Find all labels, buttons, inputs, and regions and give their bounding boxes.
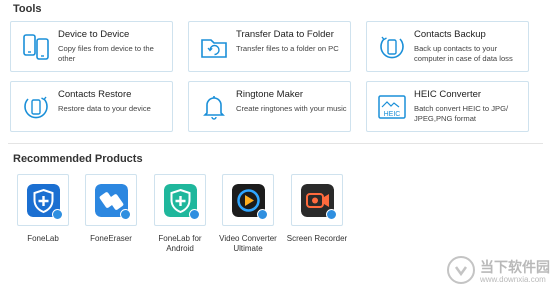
tool-name: HEIC Converter bbox=[414, 89, 482, 100]
tool-name: Device to Device bbox=[58, 29, 130, 40]
tools-section-title: Tools bbox=[13, 3, 42, 15]
download-badge-icon bbox=[257, 209, 268, 220]
tool-card-heic-converter[interactable]: HEIC HEIC Converter Batch convert HEIC t… bbox=[366, 81, 529, 132]
download-badge-icon bbox=[120, 209, 131, 220]
tool-description: Batch convert HEIC to JPG/ JPEG,PNG form… bbox=[414, 104, 509, 123]
product-video-converter[interactable]: Video Converter Ultimate bbox=[215, 174, 281, 254]
phones-icon bbox=[23, 34, 49, 60]
product-icon-box[interactable] bbox=[154, 174, 206, 226]
tool-name: Contacts Restore bbox=[58, 89, 132, 100]
watermark-url: www.downxia.com bbox=[480, 275, 546, 284]
bell-icon bbox=[203, 96, 225, 120]
folder-sync-icon bbox=[201, 39, 227, 58]
svg-text:HEIC: HEIC bbox=[384, 111, 401, 118]
product-label: Video Converter Ultimate bbox=[219, 234, 277, 253]
tool-card-transfer-to-folder[interactable]: Transfer Data to Folder Transfer files t… bbox=[188, 21, 351, 72]
tool-description: Restore data to your device bbox=[58, 104, 151, 113]
product-icon-box[interactable] bbox=[85, 174, 137, 226]
product-fonelab-android[interactable]: FoneLab for Android bbox=[147, 174, 213, 254]
watermark-logo-icon bbox=[447, 256, 475, 284]
tool-name: Ringtone Maker bbox=[236, 89, 304, 100]
tool-description: Create ringtones with your music bbox=[236, 104, 347, 113]
product-label: FoneLab bbox=[27, 234, 59, 243]
product-label: Screen Recorder bbox=[286, 234, 348, 243]
product-icon-box[interactable] bbox=[17, 174, 69, 226]
tool-card-contacts-restore[interactable]: Contacts Restore Restore data to your de… bbox=[10, 81, 173, 132]
tool-name: Transfer Data to Folder bbox=[236, 29, 334, 40]
watermark: 当下软件园 www.downxia.com bbox=[440, 253, 550, 287]
product-fonelab[interactable]: FoneLab bbox=[10, 174, 76, 244]
tool-card-contacts-backup[interactable]: Contacts Backup Back up contacts to your… bbox=[366, 21, 529, 72]
tool-card-device-to-device[interactable]: Device to Device Copy files from device … bbox=[10, 21, 173, 72]
tool-name: Contacts Backup bbox=[414, 29, 486, 40]
tool-description: Copy files from device to the other bbox=[58, 44, 154, 63]
tool-description: Transfer files to a folder on PC bbox=[236, 44, 339, 53]
contacts-restore-icon bbox=[24, 96, 48, 119]
product-screen-recorder[interactable]: Screen Recorder bbox=[284, 174, 350, 244]
download-badge-icon bbox=[52, 209, 63, 220]
product-label: FoneEraser bbox=[90, 234, 132, 243]
download-badge-icon bbox=[326, 209, 337, 220]
product-icon-box[interactable] bbox=[222, 174, 274, 226]
watermark-text: 当下软件园 bbox=[480, 259, 550, 275]
heic-icon: HEIC bbox=[378, 95, 406, 119]
contacts-backup-icon bbox=[380, 36, 404, 59]
product-icon-box[interactable] bbox=[291, 174, 343, 226]
recommended-section-title: Recommended Products bbox=[13, 153, 143, 165]
tool-description: Back up contacts to your computer in cas… bbox=[414, 44, 513, 63]
download-badge-icon bbox=[189, 209, 200, 220]
section-divider bbox=[8, 143, 543, 144]
product-foneeraser[interactable]: FoneEraser bbox=[78, 174, 144, 244]
product-label: FoneLab for Android bbox=[158, 234, 202, 253]
tool-card-ringtone-maker[interactable]: Ringtone Maker Create ringtones with you… bbox=[188, 81, 351, 132]
